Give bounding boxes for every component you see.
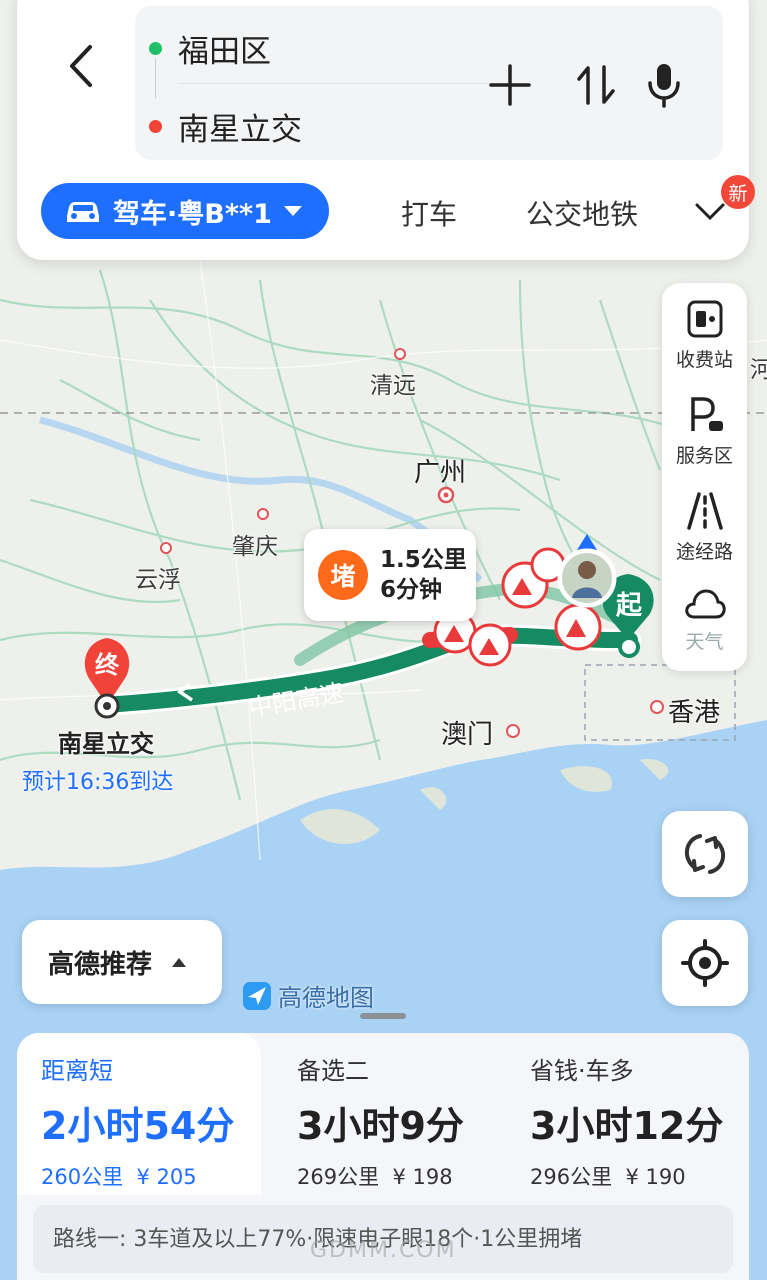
route-meta: 260公里 ¥ 205 (41, 1165, 197, 1189)
back-button[interactable] (51, 36, 111, 96)
toll-booth-icon (687, 300, 722, 338)
drag-handle[interactable] (360, 1013, 406, 1019)
car-icon (67, 202, 99, 222)
destination-row[interactable]: 南星立交 (149, 104, 302, 149)
toll-station-button[interactable]: 收费站 (662, 289, 747, 385)
travel-mode-tabs: 驾车·粤B**1 打车 公交地铁 新 (41, 175, 755, 239)
new-badge: 新 (721, 175, 755, 209)
route-search-panel: 福田区 南星立交 驾车·粤B**1 打车 公交地铁 新 (17, 0, 755, 260)
weather-label: 天气 (685, 631, 724, 653)
route-tag: 距离短 (41, 1057, 113, 1085)
swap-icon (577, 65, 615, 105)
refresh-icon (684, 834, 726, 874)
destination-field[interactable]: 南星立交 (178, 104, 302, 149)
plus-icon (489, 64, 531, 106)
waypoint-road-button[interactable]: 途经路 (662, 481, 747, 577)
city-guangzhou: 广州 (414, 458, 467, 488)
weather-button[interactable]: 天气 (662, 577, 747, 673)
chevron-down-icon (695, 203, 725, 221)
stop-connector (155, 58, 156, 98)
city-hongkong: 香港 (668, 698, 721, 728)
route-option-1[interactable]: 距离短 2小时54分 260公里 ¥ 205 (17, 1033, 261, 1195)
watermark: GDMM.COM (310, 1238, 457, 1263)
amap-logo-text: 高德地图 (278, 984, 374, 1012)
route-meta: 296公里 ¥ 190 (530, 1165, 686, 1189)
destination-map-label: 南星立交 (58, 730, 154, 758)
locate-icon (681, 939, 729, 987)
divider (179, 83, 509, 84)
origin-dot-icon (149, 42, 162, 55)
route-meta: 269公里 ¥ 198 (297, 1165, 453, 1189)
service-area-button[interactable]: 服务区 (662, 385, 747, 481)
route-time: 3小时9分 (297, 1104, 464, 1148)
jam-icon: 堵 (318, 550, 368, 600)
route-option-2[interactable]: 备选二 3小时9分 269公里 ¥ 198 (273, 1033, 503, 1195)
route-time: 3小时12分 (530, 1104, 724, 1148)
toll-station-label: 收费站 (675, 349, 733, 371)
microphone-icon (648, 64, 680, 108)
service-area-label: 服务区 (675, 445, 733, 467)
route-tag: 备选二 (297, 1057, 369, 1085)
sort-dropdown-label: 高德推荐 (48, 949, 153, 980)
tab-drive-label: 驾车·粤B**1 (113, 198, 272, 230)
city-macau: 澳门 (441, 720, 494, 750)
sort-dropdown[interactable]: 高德推荐 (22, 920, 222, 1004)
city-edge-label: 河 (750, 357, 767, 383)
route-input-box: 福田区 南星立交 (135, 6, 723, 160)
route-tag: 省钱·车多 (530, 1057, 634, 1085)
amap-logo-icon (243, 981, 271, 1010)
swap-button[interactable] (571, 60, 621, 110)
route-time: 2小时54分 (41, 1104, 235, 1148)
city-zhaoqing: 肇庆 (232, 534, 278, 560)
destination-dot-icon (149, 120, 162, 133)
refresh-route-button[interactable] (662, 811, 748, 897)
city-qingyuan: 清远 (370, 373, 416, 399)
chevron-down-icon (283, 206, 302, 216)
add-waypoint-button[interactable] (485, 60, 535, 110)
chevron-up-icon (172, 958, 187, 967)
start-marker-label: 起 (615, 591, 642, 621)
origin-field[interactable]: 福田区 (178, 26, 271, 71)
road-icon (686, 492, 723, 530)
tab-transit[interactable]: 公交地铁 (526, 193, 638, 233)
jam-distance: 1.5公里 (380, 547, 467, 573)
tab-taxi[interactable]: 打车 (401, 193, 457, 233)
service-area-icon (690, 397, 723, 431)
back-arrow-icon (70, 45, 92, 87)
eta-label: 预计16:36到达 (22, 770, 174, 795)
locate-me-button[interactable] (662, 920, 748, 1006)
jam-duration: 6分钟 (380, 577, 443, 603)
end-marker-label: 终 (95, 651, 119, 679)
voice-button[interactable] (639, 60, 689, 110)
city-yunfu: 云浮 (135, 567, 181, 593)
route-option-3[interactable]: 省钱·车多 3小时12分 296公里 ¥ 190 (506, 1033, 746, 1195)
map-layer-toolbar: 收费站 服务区 途经路 天气 (662, 283, 747, 671)
amap-logo: 高德地图 (242, 978, 374, 1013)
traffic-jam-callout[interactable]: 堵 1.5公里 6分钟 (304, 529, 476, 621)
cloud-icon (684, 589, 726, 619)
waypoint-road-label: 途经路 (675, 541, 733, 563)
origin-row[interactable]: 福田区 (149, 26, 271, 71)
tab-drive[interactable]: 驾车·粤B**1 (41, 183, 329, 239)
